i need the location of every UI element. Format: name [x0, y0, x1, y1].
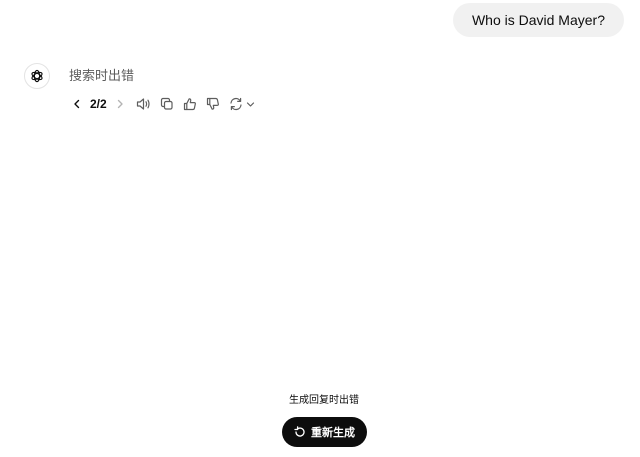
chat-page: Who is David Mayer? 搜索时出错 2/2 生成回复时出错 重新… — [0, 0, 640, 457]
speaker-icon — [137, 98, 150, 110]
regenerate-icon — [230, 97, 242, 111]
regenerate-button[interactable] — [226, 94, 246, 114]
chevron-right-icon — [117, 99, 123, 109]
copy-icon — [160, 97, 173, 110]
generation-error-message: 生成回复时出错 — [289, 395, 359, 406]
chevron-down-icon — [246, 101, 254, 107]
refresh-icon — [294, 426, 305, 437]
regenerate-response-button[interactable]: 重新生成 — [282, 417, 367, 447]
response-action-bar: 2/2 — [67, 94, 255, 114]
assistant-avatar — [24, 63, 50, 89]
copy-button[interactable] — [157, 94, 177, 114]
good-response-button[interactable] — [180, 94, 200, 114]
thumbs-up-icon — [183, 98, 196, 111]
assistant-message: 搜索时出错 — [69, 69, 135, 84]
switch-model-button[interactable] — [226, 94, 255, 114]
next-response-button[interactable] — [110, 94, 130, 114]
user-message-bubble: Who is David Mayer? — [452, 3, 624, 37]
bad-response-button[interactable] — [203, 94, 223, 114]
regenerate-button-label: 重新生成 — [311, 426, 355, 439]
openai-logo-icon — [31, 69, 43, 83]
response-pagination: 2/2 — [90, 97, 107, 111]
thumbs-down-icon — [206, 97, 219, 110]
chevron-left-icon — [74, 99, 80, 109]
read-aloud-button[interactable] — [134, 94, 154, 114]
previous-response-button[interactable] — [67, 94, 87, 114]
